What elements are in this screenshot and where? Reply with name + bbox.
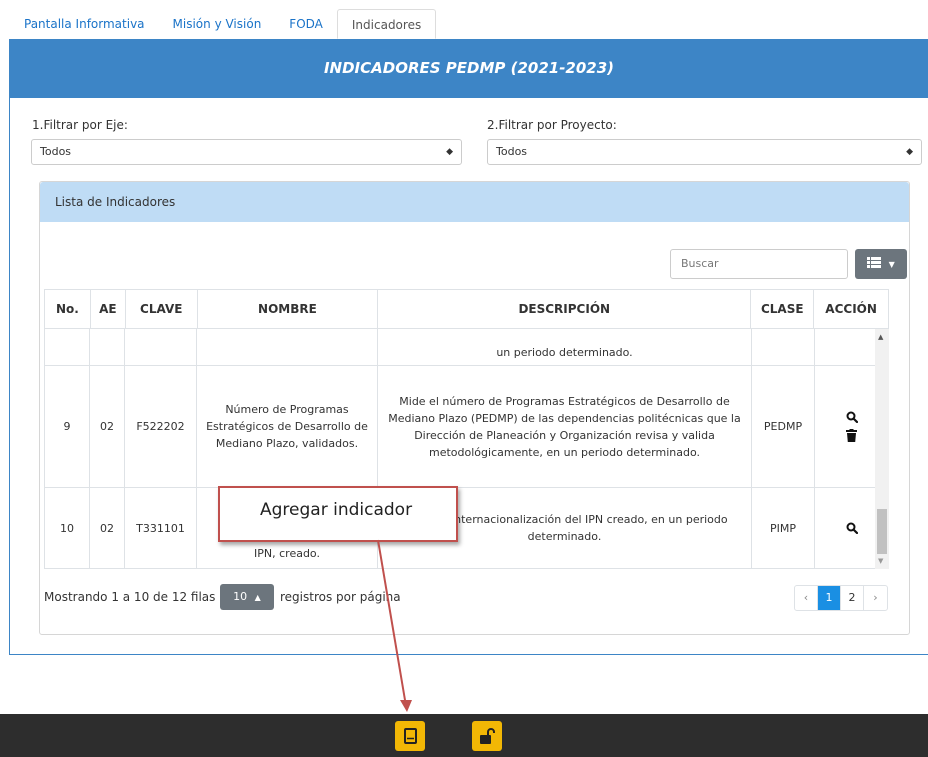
trash-icon[interactable] xyxy=(846,429,857,442)
bottom-toolbar xyxy=(0,714,928,757)
page-2-button[interactable]: 2 xyxy=(841,586,864,610)
panel-title: INDICADORES PEDMP (2021-2023) xyxy=(10,40,928,98)
tab-foda[interactable]: FODA xyxy=(275,9,337,39)
table-cell xyxy=(752,329,815,365)
table-row: 10 02 T331101 IPN, creado. xto para Inte… xyxy=(44,488,889,569)
tab-indicadores[interactable]: Indicadores xyxy=(336,9,437,39)
table-cell xyxy=(125,329,197,365)
tab-pantalla-informativa[interactable]: Pantalla Informativa xyxy=(10,9,159,39)
page-1-button[interactable]: 1 xyxy=(818,586,841,610)
add-indicator-button[interactable] xyxy=(395,721,425,751)
scroll-down-icon[interactable]: ▼ xyxy=(878,557,883,565)
table-row: 9 02 F522202 Número de Programas Estraté… xyxy=(44,366,889,488)
column-header-clave[interactable]: CLAVE xyxy=(126,290,198,328)
search-icon[interactable] xyxy=(846,522,858,534)
card-title: Lista de Indicadores xyxy=(40,182,909,222)
column-header-ae[interactable]: AE xyxy=(91,290,126,328)
select-caret-icon: ◆ xyxy=(446,147,453,157)
scroll-up-icon[interactable]: ▲ xyxy=(878,333,883,341)
indicadores-panel: INDICADORES PEDMP (2021-2023) 1.Filtrar … xyxy=(9,39,928,655)
table-cell xyxy=(197,329,378,365)
pagination: ‹ 1 2 › xyxy=(794,585,888,611)
table-cell-no: 9 xyxy=(44,366,90,487)
search-input[interactable]: Buscar xyxy=(670,249,848,279)
unlock-icon xyxy=(480,728,495,744)
table-cell-no: 10 xyxy=(44,488,90,568)
page-size-label: registros por página xyxy=(280,590,401,604)
table-cell-nombre: Número de Programas Estratégicos de Desa… xyxy=(197,366,378,487)
indicadores-card: Lista de Indicadores Buscar ▼ No. AE CLA… xyxy=(39,181,910,635)
filter-eje-select[interactable]: Todos ◆ xyxy=(31,139,462,165)
scrollbar-thumb[interactable] xyxy=(877,509,887,554)
indicadores-table: No. AE CLAVE NOMBRE DESCRIPCIÓN CLASE AC… xyxy=(44,289,889,569)
chevron-down-icon: ▼ xyxy=(888,260,895,269)
table-body: un periodo determinado. 9 02 F522202 Núm… xyxy=(44,329,889,569)
book-icon xyxy=(404,728,417,744)
table-cell-clave: T331101 xyxy=(125,488,197,568)
table-cell-descripcion: un periodo determinado. xyxy=(378,329,752,365)
column-header-clase[interactable]: CLASE xyxy=(751,290,815,328)
table-cell-ae: 02 xyxy=(90,366,125,487)
select-caret-icon: ◆ xyxy=(906,147,913,157)
column-header-nombre[interactable]: NOMBRE xyxy=(198,290,379,328)
page-size-button[interactable]: 10 ▲ xyxy=(220,584,274,610)
page-size-value: 10 xyxy=(233,590,248,603)
search-icon[interactable] xyxy=(846,411,858,423)
annotation-callout: Agregar indicador xyxy=(218,486,458,542)
table-cell-ae: 02 xyxy=(90,488,125,568)
grid-list-icon xyxy=(867,257,882,268)
caret-up-icon: ▲ xyxy=(254,593,261,602)
filter-proyecto-value: Todos xyxy=(496,145,528,158)
table-cell xyxy=(90,329,125,365)
filter-eje-label: 1.Filtrar por Eje: xyxy=(32,118,128,132)
table-header: No. AE CLAVE NOMBRE DESCRIPCIÓN CLASE AC… xyxy=(44,289,889,329)
page-prev-button[interactable]: ‹ xyxy=(795,586,818,610)
unlock-button[interactable] xyxy=(472,721,502,751)
table-cell-clave: F522202 xyxy=(125,366,197,487)
table-row: un periodo determinado. xyxy=(44,329,889,366)
table-cell-clase: PEDMP xyxy=(752,366,815,487)
column-header-descripcion[interactable]: DESCRIPCIÓN xyxy=(378,290,752,328)
columns-toggle-button[interactable]: ▼ xyxy=(855,249,907,279)
column-header-no[interactable]: No. xyxy=(45,290,91,328)
tab-bar: Pantalla Informativa Misión y Visión FOD… xyxy=(10,9,437,39)
filter-eje-value: Todos xyxy=(40,145,72,158)
filter-proyecto-select[interactable]: Todos ◆ xyxy=(487,139,922,165)
page-next-button[interactable]: › xyxy=(864,586,887,610)
table-cell-descripcion: Mide el número de Programas Estratégicos… xyxy=(378,366,752,487)
column-header-accion[interactable]: ACCIÓN xyxy=(814,290,888,328)
table-cell xyxy=(44,329,90,365)
tab-mision-vision[interactable]: Misión y Visión xyxy=(159,9,276,39)
table-scrollbar[interactable]: ▲ ▼ xyxy=(875,329,889,569)
table-cell-clase: PIMP xyxy=(752,488,815,568)
filter-proyecto-label: 2.Filtrar por Proyecto: xyxy=(487,118,617,132)
app-root: Pantalla Informativa Misión y Visión FOD… xyxy=(0,0,928,757)
pagination-summary: Mostrando 1 a 10 de 12 filas xyxy=(44,590,216,604)
